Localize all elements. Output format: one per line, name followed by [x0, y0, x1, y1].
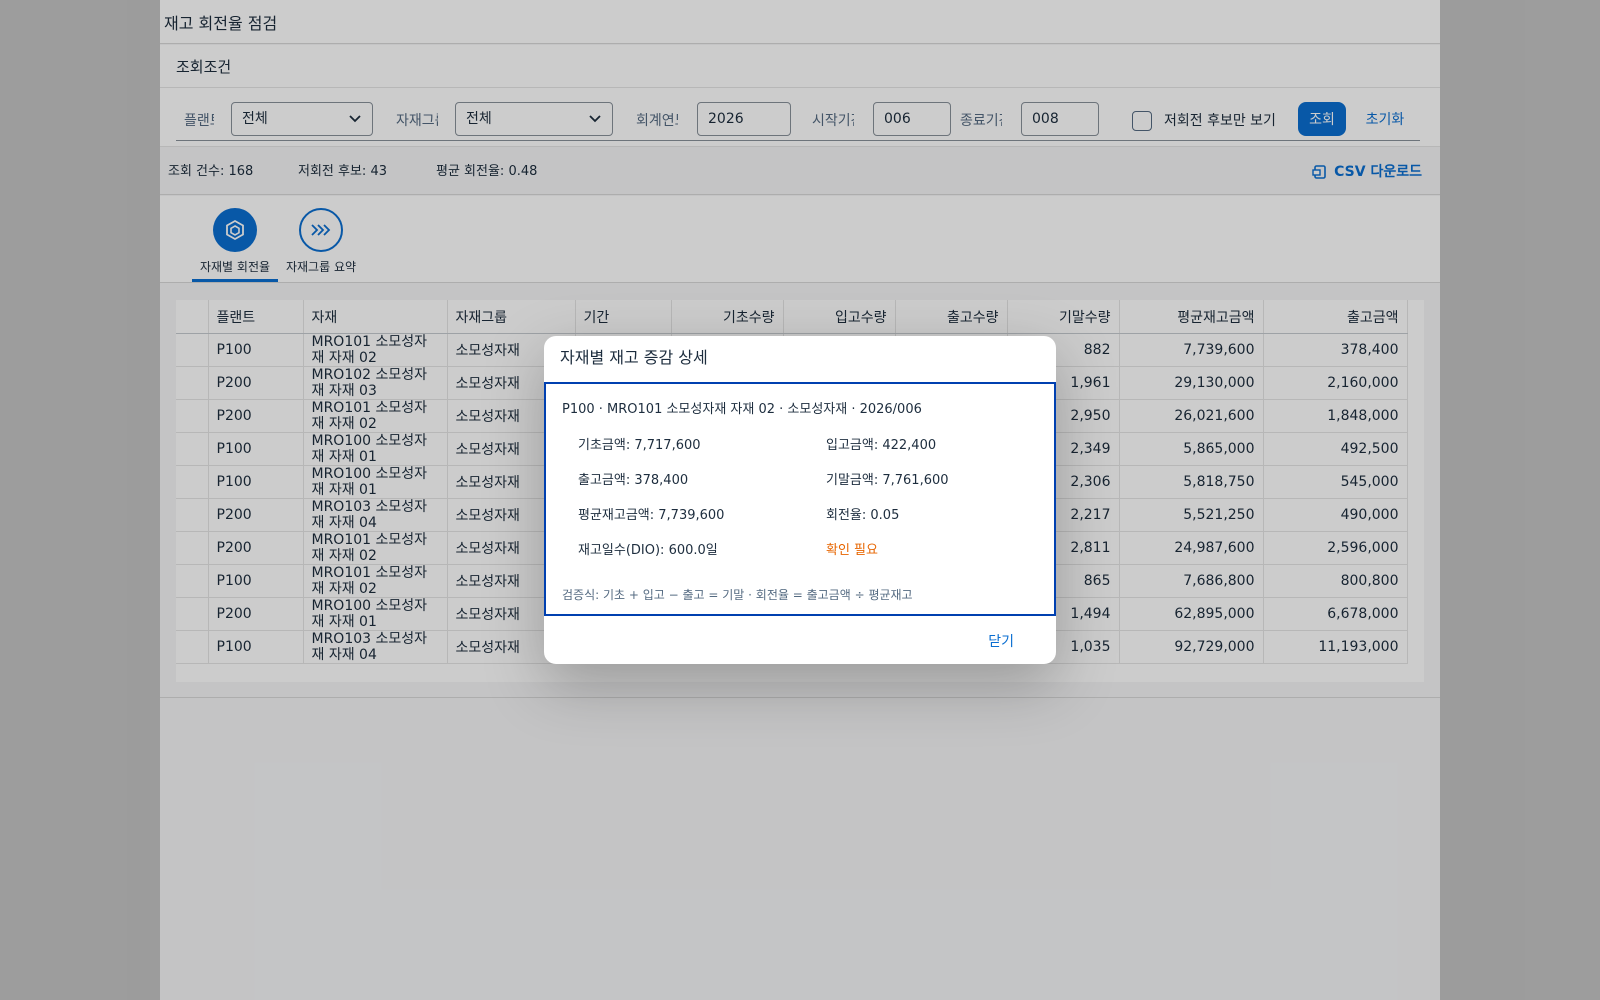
average-amount: 평균재고금액: 7,739,600 — [578, 508, 725, 523]
in-amount: 입고금액: 422,400 — [826, 438, 937, 453]
end-amount: 기말금액: 7,761,600 — [826, 473, 949, 488]
dialog-title: 자재별 재고 증감 상세 — [560, 348, 708, 367]
dialog-record-header: P100 · MRO101 소모성자재 자재 02 · 소모성자재 · 2026… — [562, 402, 922, 417]
dialog-footer: 닫기 — [544, 618, 1056, 664]
out-amount: 출고금액: 378,400 — [578, 473, 689, 488]
turnover-rate: 회전율: 0.05 — [826, 508, 900, 523]
status-badge: 확인 필요 — [826, 543, 878, 558]
dialog-content: P100 · MRO101 소모성자재 자재 02 · 소모성자재 · 2026… — [544, 382, 1056, 616]
begin-amount: 기초금액: 7,717,600 — [578, 438, 701, 453]
detail-dialog: 자재별 재고 증감 상세 P100 · MRO101 소모성자재 자재 02 ·… — [544, 336, 1056, 664]
close-button[interactable]: 닫기 — [982, 630, 1020, 652]
days-inventory: 재고일수(DIO): 600.0일 — [578, 543, 718, 558]
verification-formula: 검증식: 기초 + 입고 − 출고 = 기말 · 회전율 = 출고금액 ÷ 평균… — [562, 588, 913, 602]
